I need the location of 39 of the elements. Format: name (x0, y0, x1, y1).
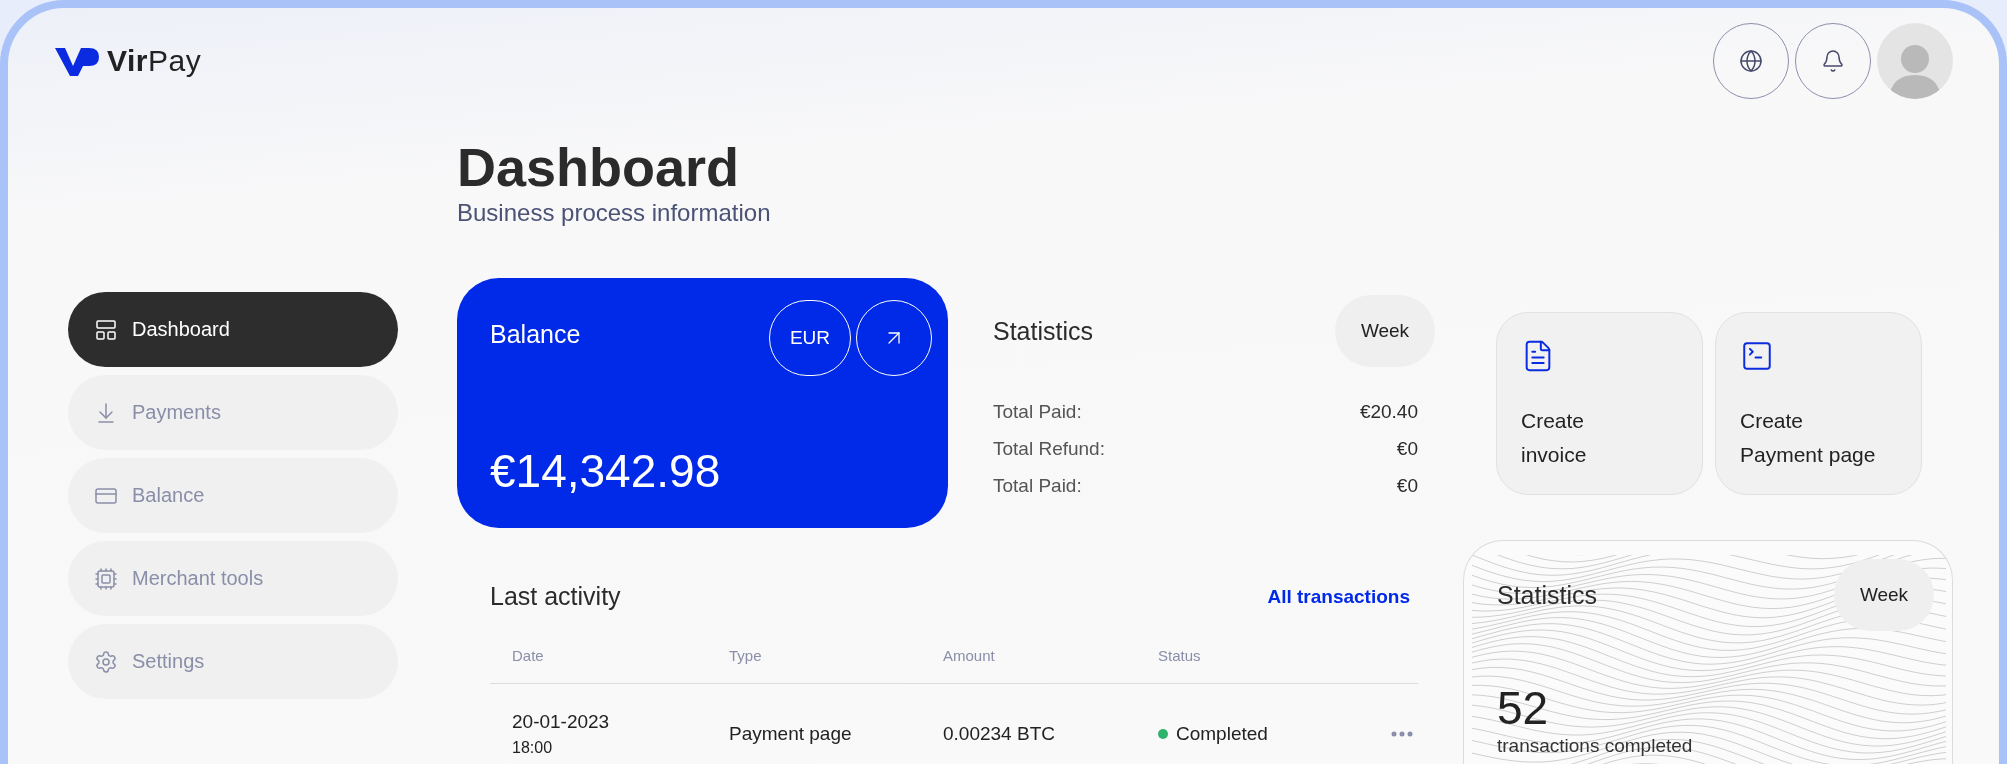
column-header: Status (1158, 647, 1202, 664)
stat-value: €20.40 (1359, 401, 1418, 423)
bell-icon (1821, 49, 1845, 73)
action-card[interactable]: Create invoice (1496, 312, 1703, 495)
column-header: Type (729, 647, 763, 664)
stat-value: €0 (1396, 438, 1418, 460)
stat-label: Total Paid: (993, 475, 1082, 497)
all-transactions-link[interactable]: All transactions (1267, 585, 1410, 608)
action-card[interactable]: Create Payment page (1715, 312, 1922, 495)
page-title: Dashboard (457, 137, 741, 197)
balance-amount: €14,342.98 (490, 444, 722, 498)
transaction-count: 52 (1497, 681, 1549, 735)
more-button[interactable] (1391, 731, 1413, 737)
period-button[interactable]: Week (1834, 559, 1934, 631)
count-caption: transactions completed (1497, 735, 1693, 757)
summary-title: Statistics (1497, 580, 1598, 610)
sidebar-item[interactable]: Dashboard (68, 292, 398, 367)
column-header: Date (512, 647, 545, 664)
more-icon (1391, 731, 1413, 737)
date-cell-text: 20-01-2023 (512, 711, 611, 733)
status-cell: Completed (1176, 723, 1268, 745)
activity-title: Last activity (490, 582, 621, 611)
chip-icon (94, 566, 118, 591)
page-subtitle: Business process information (457, 199, 772, 227)
stat-label: Total Paid: (993, 401, 1082, 423)
stat-value: €0 (1396, 475, 1418, 497)
stat-label: Total Refund: (993, 438, 1105, 460)
layout-icon (94, 317, 118, 342)
type-cell-text: Payment page (729, 723, 853, 745)
column-header: Amount (943, 647, 996, 664)
terminal-icon (1740, 339, 1774, 373)
statistics-title: Statistics (993, 316, 1094, 346)
globe-icon (1739, 49, 1763, 73)
brand-name: VirPay (107, 44, 202, 78)
period-button[interactable]: Week (1335, 295, 1435, 367)
settings-icon (94, 649, 118, 674)
amount-cell-text: 0.00234 BTC (943, 723, 1056, 745)
time-cell-text: 18:00 (512, 739, 554, 757)
balance-title: Balance (490, 320, 581, 349)
